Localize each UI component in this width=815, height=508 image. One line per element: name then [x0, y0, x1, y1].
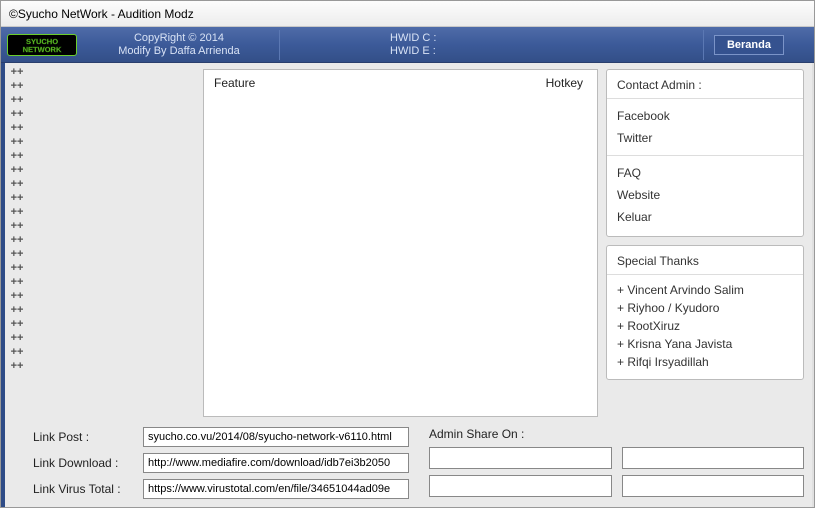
- copyright-line: CopyRight © 2014: [89, 32, 269, 45]
- thanks-item: + Vincent Arvindo Salim: [617, 281, 793, 299]
- link-download-label: Link Download :: [33, 456, 143, 470]
- link-download-input[interactable]: [143, 453, 409, 473]
- contact-header: Contact Admin :: [617, 78, 793, 92]
- divider: [607, 155, 803, 156]
- rail-plus-row[interactable]: ++: [11, 67, 24, 78]
- share-grid: [429, 447, 804, 497]
- col-feature: Feature: [214, 76, 255, 90]
- mid-row: Feature Hotkey Contact Admin : FacebookT…: [33, 69, 804, 417]
- rail-plus-row[interactable]: ++: [11, 123, 24, 134]
- separator: [279, 30, 280, 60]
- divider: [607, 98, 803, 99]
- rail-plus-row[interactable]: ++: [11, 235, 24, 246]
- rail-plus-row[interactable]: ++: [11, 305, 24, 316]
- share-cell-3[interactable]: [429, 475, 612, 497]
- thanks-item: + Riyhoo / Kyudoro: [617, 299, 793, 317]
- feature-header: Feature Hotkey: [204, 70, 597, 94]
- thanks-item: + Rifqi Irsyadillah: [617, 353, 793, 371]
- rail-plus-row[interactable]: ++: [11, 151, 24, 162]
- main-column: Feature Hotkey Contact Admin : FacebookT…: [29, 63, 812, 507]
- link-virustotal-input[interactable]: [143, 479, 409, 499]
- rail-plus-row[interactable]: ++: [11, 95, 24, 106]
- link-post-label: Link Post :: [33, 430, 143, 444]
- link-virustotal-label: Link Virus Total :: [33, 482, 143, 496]
- brand-line2: NETWORK: [23, 45, 62, 54]
- hwid-block: HWID C : HWID E :: [290, 32, 693, 58]
- rail-plus-row[interactable]: ++: [11, 361, 24, 372]
- topbar: SYUCHO NETWORK CopyRight © 2014 Modify B…: [1, 27, 814, 63]
- copyright-block: CopyRight © 2014 Modify By Daffa Arriend…: [89, 32, 269, 58]
- rail-plus-row[interactable]: ++: [11, 249, 24, 260]
- rail-plus-row[interactable]: ++: [11, 221, 24, 232]
- contact-link[interactable]: Keluar: [617, 206, 793, 228]
- titlebar: ©Syucho NetWork - Audition Modz: [1, 1, 814, 27]
- rail-plus-row[interactable]: ++: [11, 333, 24, 344]
- hwid-c-label: HWID C :: [390, 32, 693, 45]
- contact-link[interactable]: Website: [617, 184, 793, 206]
- hwid-e-label: HWID E :: [390, 45, 693, 58]
- rail-plus-row[interactable]: ++: [11, 291, 24, 302]
- divider: [607, 274, 803, 275]
- thanks-item: + Krisna Yana Javista: [617, 335, 793, 353]
- thanks-pane: Special Thanks + Vincent Arvindo Salim+ …: [606, 245, 804, 380]
- client-area: ++ ++ ++ ++ ++ ++ ++ ++ ++ ++ ++ ++ ++ ++ ++ ++ ++ ++ ++ ++…: [1, 63, 814, 507]
- rail-plus-row[interactable]: ++: [11, 109, 24, 120]
- share-cell-1[interactable]: [429, 447, 612, 469]
- thanks-item: + RootXiruz: [617, 317, 793, 335]
- rail-plus-row[interactable]: ++: [11, 207, 24, 218]
- feature-panel: Feature Hotkey: [203, 69, 598, 417]
- share-column: Admin Share On :: [429, 427, 804, 499]
- contact-link[interactable]: Facebook: [617, 105, 793, 127]
- mid-spacer: [33, 69, 195, 417]
- thanks-list: + Vincent Arvindo Salim+ Riyhoo / Kyudor…: [617, 281, 793, 371]
- window-title: ©Syucho NetWork - Audition Modz: [9, 7, 194, 21]
- beranda-button[interactable]: Beranda: [714, 35, 784, 55]
- contact-link[interactable]: FAQ: [617, 162, 793, 184]
- share-label: Admin Share On :: [429, 427, 804, 441]
- bottom-row: Link Post : Link Download : Link Virus T…: [33, 423, 804, 499]
- link-post-input[interactable]: [143, 427, 409, 447]
- brand-badge: SYUCHO NETWORK: [7, 34, 77, 56]
- contact-link[interactable]: Twitter: [617, 127, 793, 149]
- rail-plus-row[interactable]: ++: [11, 179, 24, 190]
- contact-pane: Contact Admin : FacebookTwitter FAQWebsi…: [606, 69, 804, 237]
- rail-plus-row[interactable]: ++: [11, 319, 24, 330]
- modify-line: Modify By Daffa Arrienda: [89, 45, 269, 58]
- rail-plus-row[interactable]: ++: [11, 263, 24, 274]
- app-window: ©Syucho NetWork - Audition Modz SYUCHO N…: [0, 0, 815, 508]
- thanks-header: Special Thanks: [617, 254, 793, 268]
- right-panes: Contact Admin : FacebookTwitter FAQWebsi…: [606, 69, 804, 417]
- share-cell-2[interactable]: [622, 447, 805, 469]
- share-cell-4[interactable]: [622, 475, 805, 497]
- links-grid: Link Post : Link Download : Link Virus T…: [33, 427, 409, 499]
- rail-plus-row[interactable]: ++: [11, 193, 24, 204]
- left-rail: ++ ++ ++ ++ ++ ++ ++ ++ ++ ++ ++ ++ ++ ++ ++ ++ ++ ++ ++ ++…: [5, 63, 29, 507]
- rail-plus-row[interactable]: ++: [11, 165, 24, 176]
- rail-plus-row[interactable]: ++: [11, 277, 24, 288]
- separator: [703, 30, 704, 60]
- rail-plus-row[interactable]: ++: [11, 81, 24, 92]
- rail-plus-row[interactable]: ++: [11, 347, 24, 358]
- col-hotkey: Hotkey: [546, 76, 583, 90]
- rail-plus-row[interactable]: ++: [11, 137, 24, 148]
